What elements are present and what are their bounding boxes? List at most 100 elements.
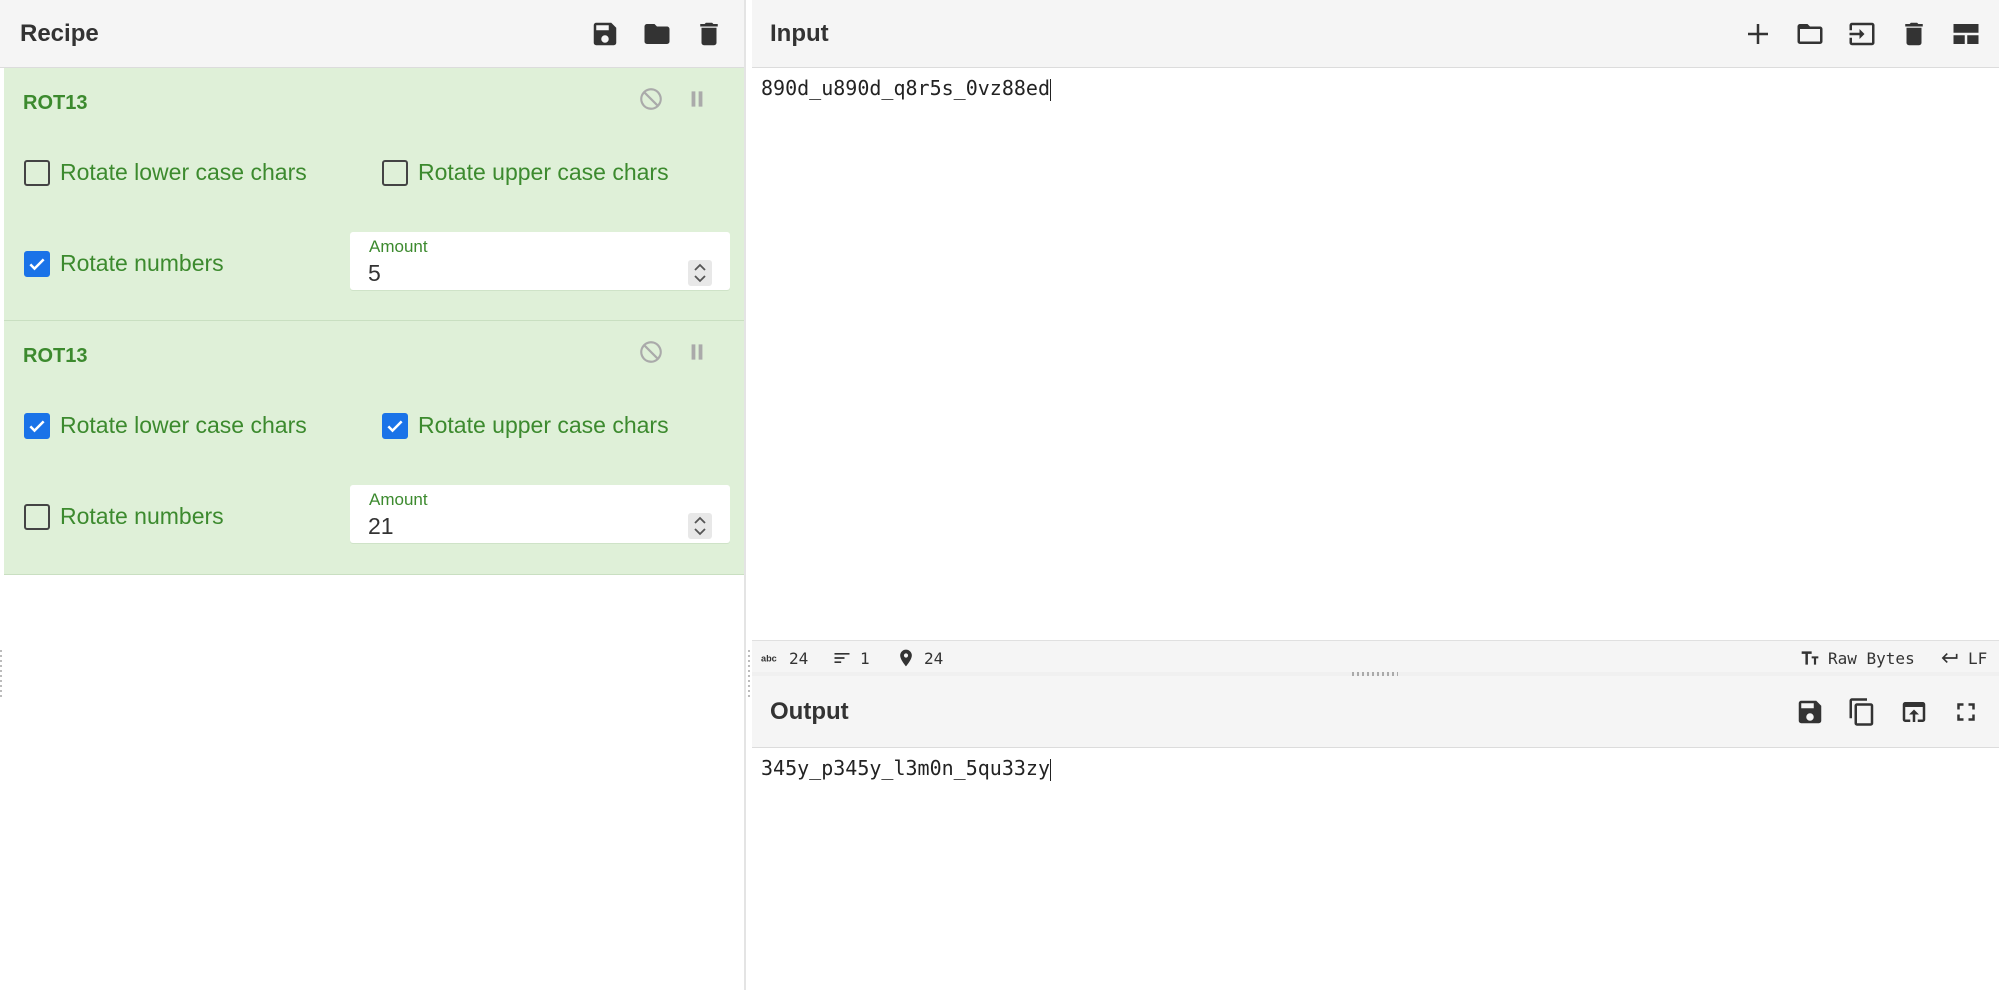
save-icon	[1798, 700, 1822, 723]
abc-icon: abc	[761, 653, 777, 663]
disable-icon	[640, 341, 662, 363]
output-header: Output	[752, 676, 1999, 748]
input-header: Input	[752, 0, 1999, 68]
amount-field[interactable]: Amount 5	[350, 232, 730, 290]
amount-stepper[interactable]	[688, 513, 712, 539]
check-icon	[29, 258, 45, 270]
text-size-icon	[1801, 651, 1819, 665]
text-caret	[1049, 78, 1051, 101]
folder-icon	[1797, 23, 1823, 44]
clear-input-button[interactable]	[1899, 19, 1929, 49]
rotate-lower-checkbox[interactable]: Rotate lower case chars	[24, 159, 307, 186]
input-textarea[interactable]: 890d_u890d_q8r5s_0vz88ed	[761, 76, 1051, 101]
output-panel: Output 345y_p345y_l3m0n_5qu33zy	[752, 676, 1999, 990]
breakpoint-button[interactable]	[684, 86, 710, 112]
checkbox-box	[24, 250, 50, 277]
fullscreen-icon	[1957, 702, 1975, 721]
amount-label: Amount	[369, 490, 428, 509]
return-icon	[1941, 653, 1958, 663]
operation-title: ROT13	[23, 345, 88, 367]
save-icon	[593, 22, 617, 45]
amount-stepper[interactable]	[688, 260, 712, 286]
checkbox-label: Rotate numbers	[60, 250, 224, 276]
open-folder-button[interactable]	[1847, 19, 1877, 49]
recipe-title: Recipe	[20, 19, 99, 47]
checkbox-label: Rotate numbers	[60, 503, 224, 529]
replace-input-button[interactable]	[1899, 697, 1929, 727]
replace-input-icon	[1902, 701, 1926, 722]
rotate-upper-checkbox[interactable]: Rotate upper case chars	[382, 159, 669, 186]
checkbox-label: Rotate upper case chars	[418, 159, 669, 185]
amount-value[interactable]: 5	[368, 260, 381, 287]
cursor-position: 24	[896, 648, 943, 668]
line-count-value: 1	[860, 648, 870, 668]
lines-icon	[834, 653, 850, 663]
fullscreen-button[interactable]	[1951, 697, 1981, 727]
save-output-button[interactable]	[1795, 697, 1825, 727]
output-text: 345y_p345y_l3m0n_5qu33zy	[761, 756, 1050, 780]
clear-recipe-button[interactable]	[694, 19, 724, 49]
trash-icon	[700, 22, 718, 45]
disable-operation-button[interactable]	[638, 339, 664, 365]
eol-selector[interactable]: LF	[1940, 648, 1987, 668]
input-title: Input	[770, 19, 829, 47]
checkbox-label: Rotate lower case chars	[60, 412, 307, 438]
amount-value[interactable]: 21	[368, 513, 394, 540]
reset-layout-button[interactable]	[1951, 19, 1981, 49]
load-recipe-button[interactable]	[642, 19, 672, 49]
checkbox-box	[382, 159, 408, 186]
text-caret	[1049, 758, 1051, 781]
cursor-position-value: 24	[924, 648, 944, 668]
breakpoint-button[interactable]	[684, 339, 710, 365]
svg-text:abc: abc	[761, 653, 777, 663]
operation-rot13-1: ROT13 Rotate lower case chars Rotate upp…	[4, 68, 744, 321]
checkbox-label: Rotate upper case chars	[418, 412, 669, 438]
output-title: Output	[770, 697, 849, 725]
pause-icon	[691, 91, 703, 107]
amount-label: Amount	[369, 237, 428, 256]
layout-icon	[1953, 23, 1979, 44]
trash-icon	[1905, 22, 1923, 45]
input-text: 890d_u890d_q8r5s_0vz88ed	[761, 76, 1050, 100]
checkbox-box	[24, 503, 50, 530]
checkbox-box	[24, 159, 50, 186]
line-count: 1	[832, 648, 870, 668]
save-recipe-button[interactable]	[590, 19, 620, 49]
plus-icon	[1748, 23, 1768, 44]
recipe-header: Recipe	[0, 0, 744, 68]
encoding-selector[interactable]: Raw Bytes	[1800, 648, 1915, 668]
input-panel: Input 890d_u890d_q8r5s_0vz88ed	[752, 0, 1999, 672]
checkbox-box	[382, 412, 408, 439]
rotate-upper-checkbox[interactable]: Rotate upper case chars	[382, 412, 669, 439]
pause-icon	[691, 344, 703, 360]
disable-icon	[640, 88, 662, 110]
checkbox-label: Rotate lower case chars	[60, 159, 307, 185]
char-count-value: 24	[789, 648, 809, 668]
operation-title: ROT13	[23, 92, 88, 114]
open-file-button[interactable]	[1795, 19, 1825, 49]
stepper-icon	[694, 516, 706, 536]
char-count: abc 24	[761, 648, 808, 668]
location-pin-icon	[900, 649, 912, 667]
stepper-icon	[694, 263, 706, 283]
encoding-value: Raw Bytes	[1828, 648, 1915, 668]
output-textarea[interactable]: 345y_p345y_l3m0n_5qu33zy	[761, 756, 1051, 781]
amount-field[interactable]: Amount 21	[350, 485, 730, 543]
add-input-button[interactable]	[1743, 19, 1773, 49]
recipe-panel: Recipe ROT13 Rotate lower case chars Rot…	[0, 0, 746, 990]
eol-value: LF	[1968, 648, 1988, 668]
folder-icon	[644, 23, 670, 44]
operation-rot13-2: ROT13 Rotate lower case chars Rotate upp…	[4, 321, 744, 575]
check-icon	[29, 420, 45, 432]
copy-output-button[interactable]	[1847, 697, 1877, 727]
input-status-bar: abc 24 1 24 Raw Bytes LF	[752, 640, 1999, 673]
checkbox-box	[24, 412, 50, 439]
rotate-numbers-checkbox[interactable]: Rotate numbers	[24, 503, 224, 530]
check-icon	[387, 420, 403, 432]
resize-handle-recipe[interactable]	[748, 650, 750, 700]
disable-operation-button[interactable]	[638, 86, 664, 112]
resize-handle-left[interactable]	[0, 650, 2, 700]
copy-icon	[1849, 697, 1874, 726]
rotate-numbers-checkbox[interactable]: Rotate numbers	[24, 250, 224, 277]
rotate-lower-checkbox[interactable]: Rotate lower case chars	[24, 412, 307, 439]
